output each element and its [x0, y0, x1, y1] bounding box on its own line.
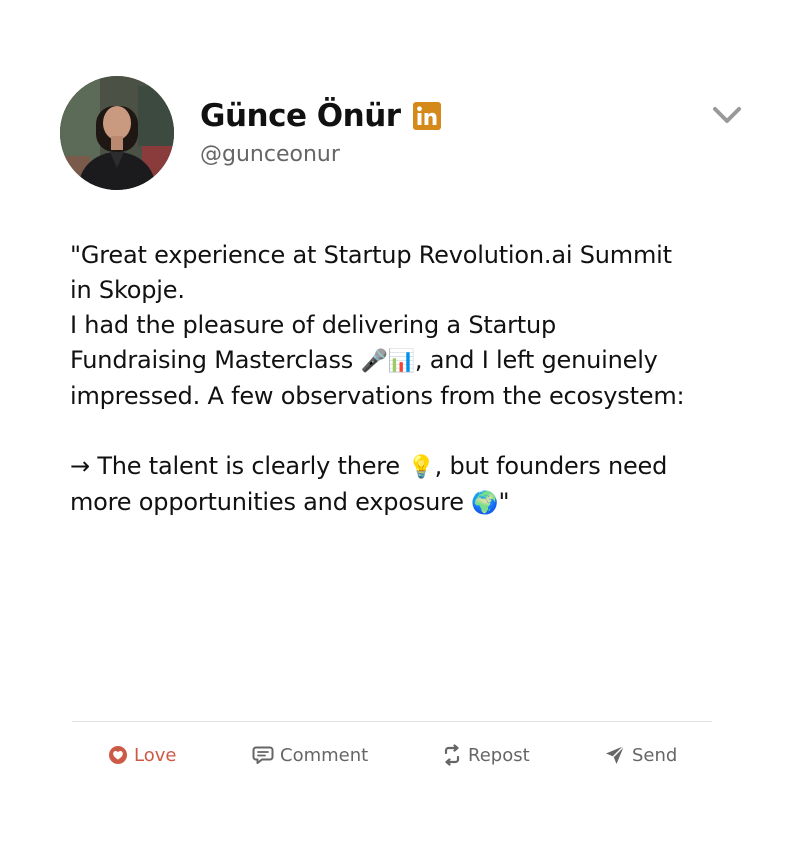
divider [72, 721, 712, 722]
post-paragraph-1: "Great experience at Startup Revolution.… [70, 238, 690, 414]
lightbulb-emoji: 💡 [407, 455, 435, 480]
post-card: Günce Önür @gunceonur "Great experience … [0, 0, 800, 850]
microphone-chart-emoji: 🎤📊 [360, 349, 415, 374]
send-label: Send [632, 744, 678, 766]
post-closing-quote: " [498, 488, 510, 516]
chevron-down-icon[interactable] [711, 102, 743, 130]
globe-emoji: 🌍 [471, 491, 499, 516]
post-line-1: "Great experience at Startup Revolution.… [70, 241, 672, 304]
repost-icon [444, 744, 460, 766]
love-label: Love [134, 744, 177, 766]
author-handle[interactable]: @gunceonur [200, 142, 340, 167]
post-paragraph-2: → The talent is clearly there 💡, but fou… [70, 449, 690, 521]
love-button[interactable]: Love [108, 733, 176, 777]
repost-button[interactable]: Repost [442, 733, 530, 777]
send-icon [606, 745, 625, 764]
comment-icon [252, 746, 274, 764]
post-text: "Great experience at Startup Revolution.… [70, 238, 690, 521]
comment-button[interactable]: Comment [252, 733, 368, 777]
avatar[interactable] [60, 76, 174, 190]
action-bar: Love Comment Repost Send [72, 733, 712, 777]
author-name-text[interactable]: Günce Önür [200, 98, 401, 134]
repost-label: Repost [468, 744, 530, 766]
linkedin-icon[interactable] [412, 102, 441, 130]
post-line-4: → The talent is clearly there [70, 452, 408, 480]
comment-label: Comment [280, 744, 369, 766]
send-button[interactable]: Send [604, 733, 677, 777]
heart-icon [109, 746, 127, 764]
author-name[interactable]: Günce Önür [200, 94, 441, 138]
avatar-photo [60, 76, 174, 190]
